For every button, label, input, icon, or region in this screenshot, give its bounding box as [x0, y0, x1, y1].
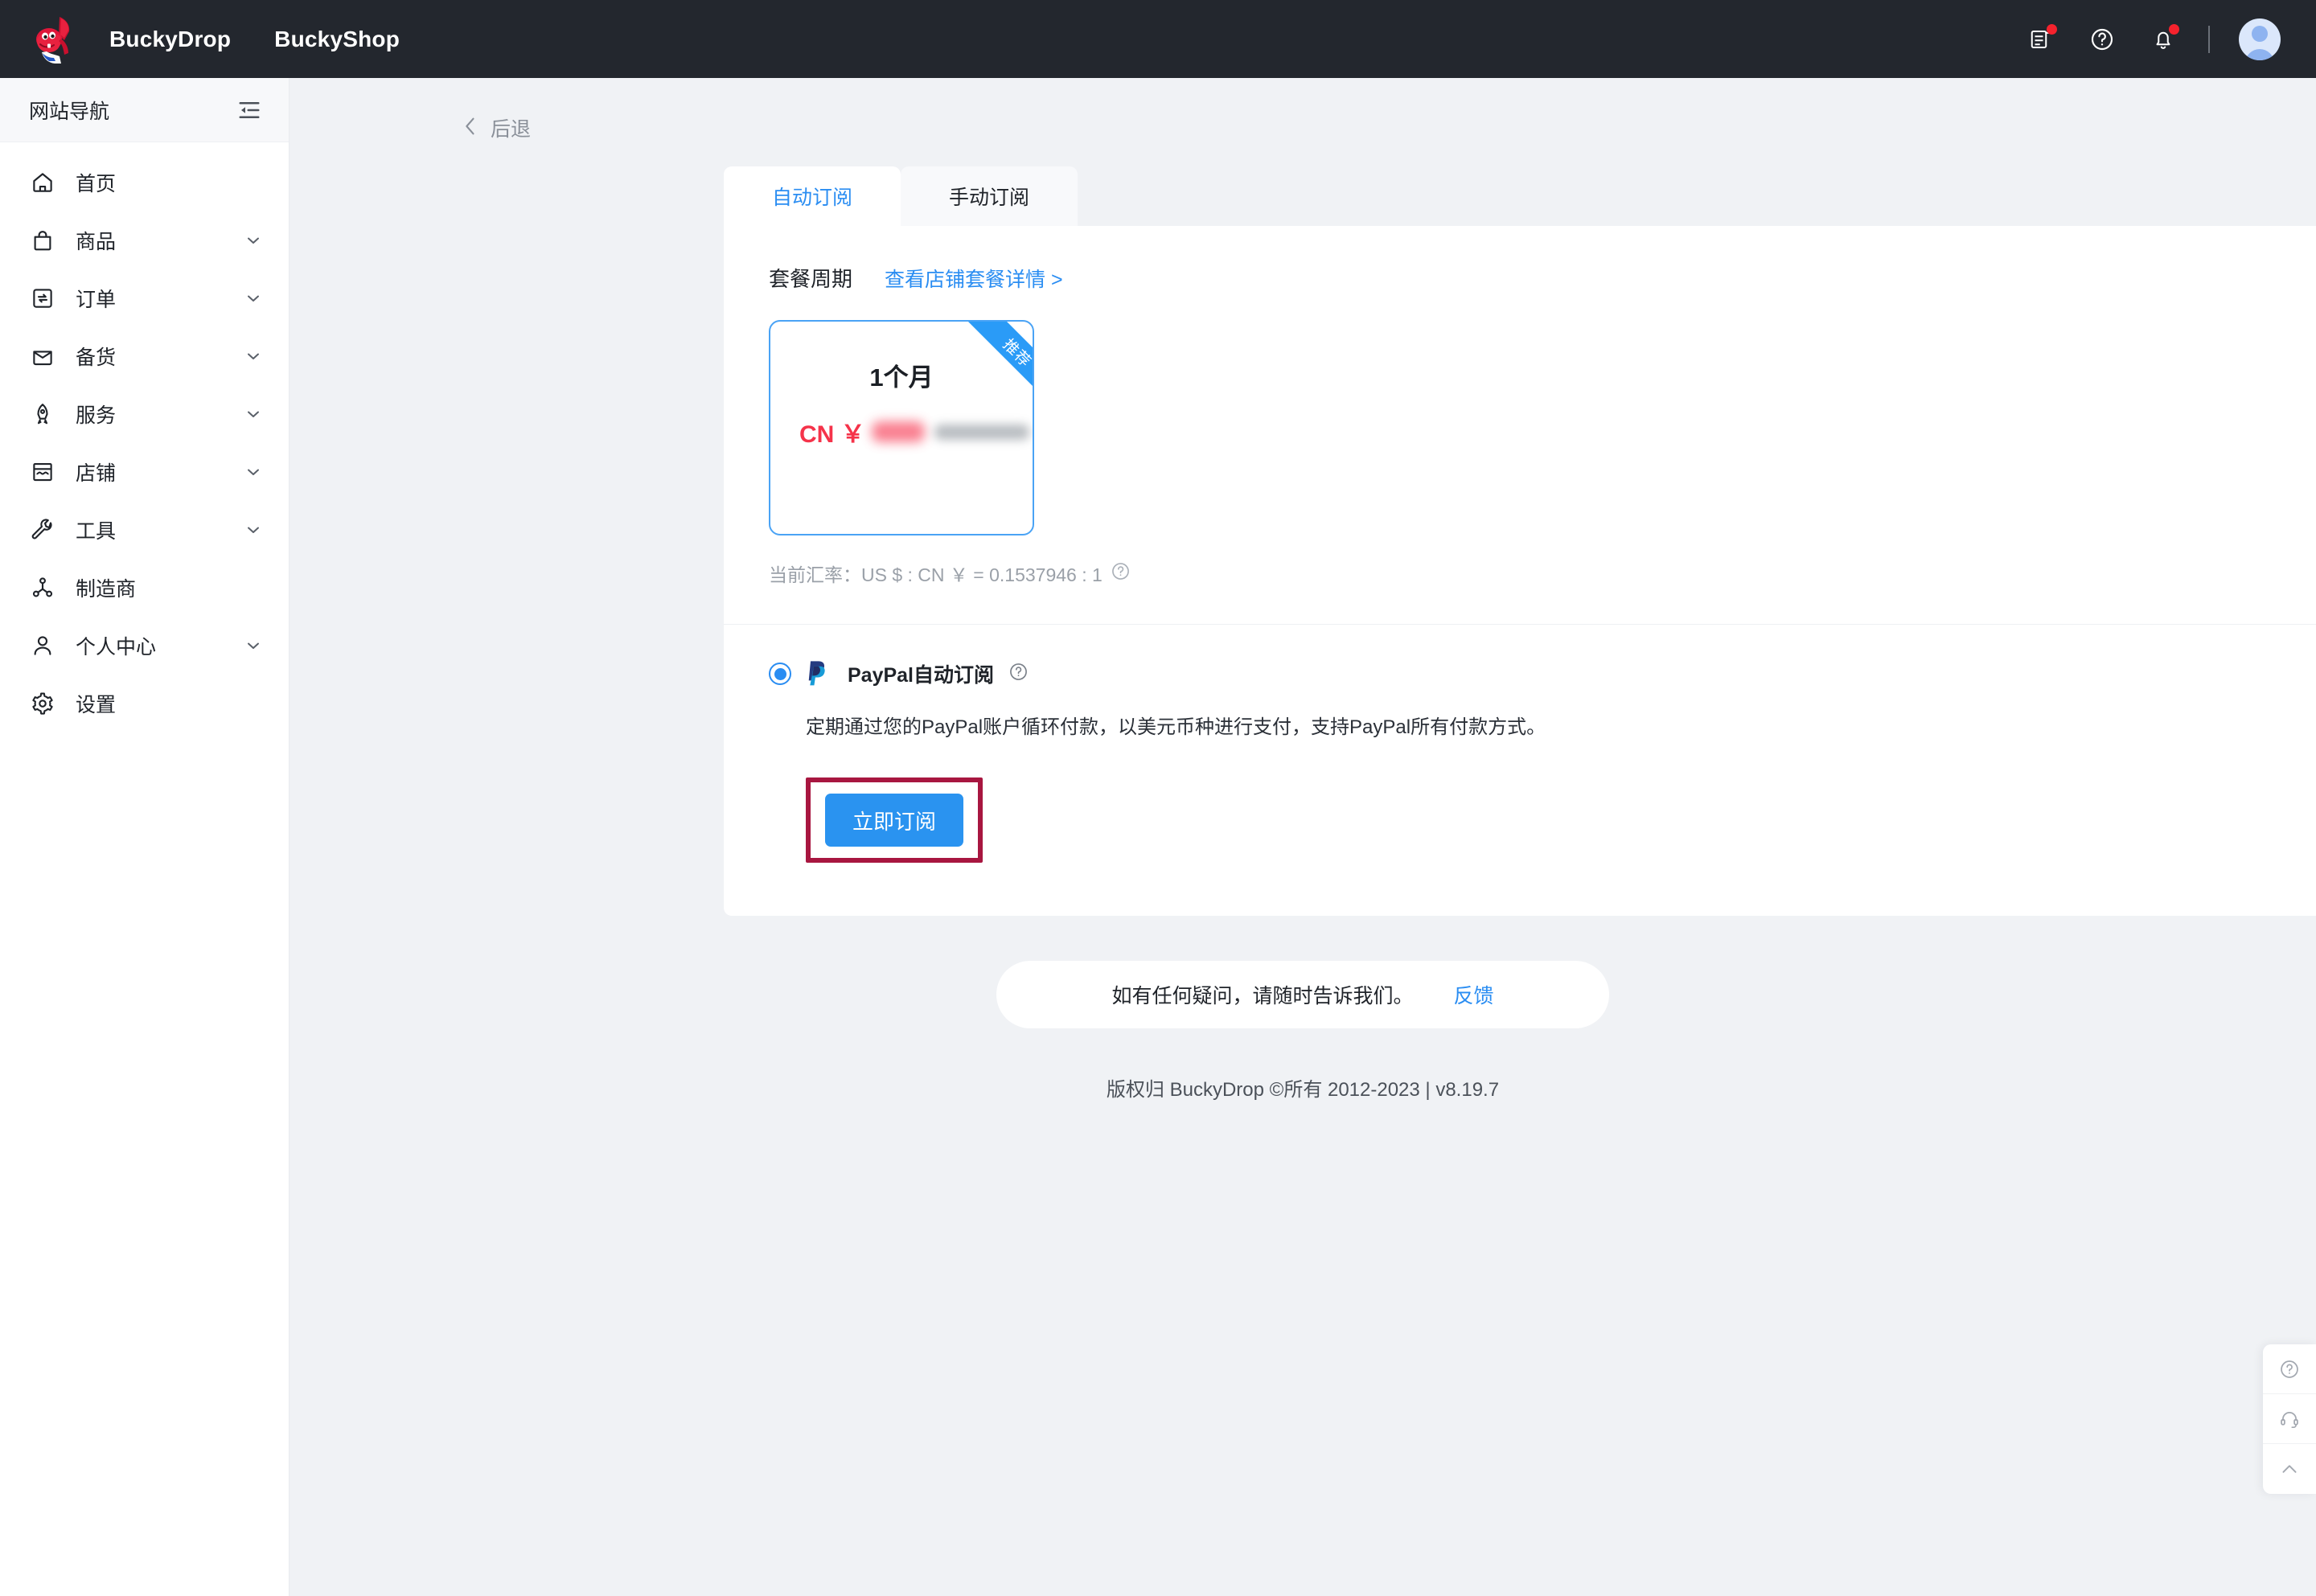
wrench-icon — [29, 516, 56, 544]
home-icon — [29, 169, 56, 196]
chevron-down-icon[interactable] — [244, 462, 263, 482]
main-content: 后退 自动订阅 手动订阅 套餐周期 查看店铺套餐详情 > 推荐 1个月 CN ￥… — [290, 78, 2316, 1596]
payment-section: PayPal自动订阅 定期通过您的PayPal账户循环付款，以美元币种进行支付，… — [724, 625, 2316, 863]
sidebar-item-manufacturer[interactable]: 制造商 — [0, 559, 289, 617]
plan-section-header: 套餐周期 查看店铺套餐详情 > — [769, 263, 2316, 293]
chevron-down-icon[interactable] — [244, 520, 263, 540]
exchange-rate-text: 当前汇率：US $ : CN ￥ = 0.1537946 : 1 — [769, 564, 1103, 585]
order-sync-icon — [29, 285, 56, 312]
sidebar-title: 网站导航 — [29, 100, 110, 123]
topbar-actions — [2025, 18, 2281, 60]
sidebar-item-label: 订单 — [76, 289, 117, 311]
tab-manual-subscribe[interactable]: 手动订阅 — [901, 166, 1078, 226]
paypal-radio-dot — [774, 667, 786, 680]
chevron-down-icon[interactable] — [244, 289, 263, 308]
bag-icon — [29, 227, 56, 254]
user-avatar[interactable] — [2239, 18, 2281, 60]
chevron-down-icon[interactable] — [244, 636, 263, 655]
paypal-radio[interactable] — [769, 663, 791, 685]
tab-auto-subscribe[interactable]: 自动订阅 — [724, 166, 901, 226]
subscribe-button-highlight: 立即订阅 — [806, 777, 983, 863]
plan-section-title: 套餐周期 — [769, 267, 853, 291]
sidebar-item-stocking[interactable]: 备货 — [0, 327, 289, 385]
question-circle-icon[interactable] — [1008, 662, 1029, 686]
sidebar-item-label: 首页 — [76, 173, 117, 195]
app-root: BuckyDrop BuckyShop 网站导航 首页 商品 订单 备货 服务 … — [0, 0, 2316, 1596]
payment-method-description: 定期通过您的PayPal账户循环付款，以美元币种进行支付，支持PayPal所有付… — [806, 716, 1546, 738]
plan-currency-label: CN ￥ — [799, 421, 865, 448]
help-circle-icon[interactable] — [2263, 1344, 2316, 1394]
sidebar-item-products[interactable]: 商品 — [0, 211, 289, 269]
sidebar-item-label: 个人中心 — [76, 636, 157, 659]
brand-link-buckydrop[interactable]: BuckyDrop — [109, 27, 231, 52]
plan-price-masked-primary — [871, 421, 925, 442]
floating-action-widget — [2263, 1344, 2316, 1494]
plan-price-masked-secondary — [934, 424, 1029, 440]
scroll-to-top-icon[interactable] — [2263, 1444, 2316, 1494]
rocket-icon — [29, 400, 56, 428]
question-circle-icon[interactable] — [1111, 561, 1131, 586]
avatar-head — [2252, 25, 2268, 42]
feedback-text: 如有任何疑问，请随时告诉我们。 — [1111, 985, 1414, 1007]
brand-links: BuckyDrop BuckyShop — [109, 27, 400, 52]
network-nodes-icon — [29, 574, 56, 601]
sidebar: 网站导航 首页 商品 订单 备货 服务 店铺 工具 制造商 个人中心 设置 — [0, 78, 290, 1596]
user-icon — [29, 632, 56, 659]
payment-method-row[interactable]: PayPal自动订阅 — [769, 659, 2316, 689]
plan-price: CN ￥ — [770, 414, 1033, 449]
subscribe-now-button[interactable]: 立即订阅 — [825, 794, 963, 847]
brand-link-buckyshop[interactable]: BuckyShop — [274, 27, 400, 52]
feedback-link[interactable]: 反馈 — [1454, 980, 1494, 1009]
headset-icon[interactable] — [2263, 1394, 2316, 1444]
paypal-logo — [806, 659, 833, 689]
inbox-icon — [29, 343, 56, 370]
chevron-down-icon[interactable] — [244, 231, 263, 250]
avatar-body — [2245, 48, 2274, 60]
topbar-divider — [2208, 25, 2210, 53]
document-badge-dot — [2047, 23, 2057, 35]
view-shop-plan-details-link[interactable]: 查看店铺套餐详情 > — [885, 264, 1063, 293]
sidebar-item-label: 备货 — [76, 347, 117, 369]
top-navigation-bar: BuckyDrop BuckyShop — [0, 0, 2316, 78]
sidebar-item-label: 设置 — [76, 694, 117, 716]
sidebar-item-label: 商品 — [76, 231, 117, 253]
document-icon[interactable] — [2025, 23, 2057, 55]
plan-period-label: 1个月 — [869, 363, 934, 392]
collapse-menu-icon[interactable] — [236, 96, 263, 124]
chevron-down-icon[interactable] — [244, 404, 263, 424]
sidebar-item-orders[interactable]: 订单 — [0, 269, 289, 327]
storefront-icon — [29, 458, 56, 486]
feedback-bar: 如有任何疑问，请随时告诉我们。 反馈 — [996, 961, 1609, 1028]
exchange-rate-row: 当前汇率：US $ : CN ￥ = 0.1537946 : 1 — [769, 560, 2316, 587]
bell-icon[interactable] — [2147, 23, 2179, 55]
sidebar-item-shop[interactable]: 店铺 — [0, 443, 289, 501]
sidebar-item-label: 店铺 — [76, 462, 117, 485]
bell-badge-dot — [2169, 23, 2179, 35]
back-label: 后退 — [491, 118, 532, 141]
chevron-left-icon — [462, 115, 479, 142]
sidebar-item-service[interactable]: 服务 — [0, 385, 289, 443]
buckydrop-dino-logo[interactable] — [32, 14, 79, 64]
sidebar-header: 网站导航 — [0, 78, 289, 142]
plan-section: 套餐周期 查看店铺套餐详情 > 推荐 1个月 CN ￥ 当前汇率：US $: … — [724, 226, 2316, 587]
help-circle-icon[interactable] — [2086, 23, 2118, 55]
sidebar-item-label: 工具 — [76, 520, 117, 543]
sidebar-item-label: 制造商 — [76, 578, 137, 601]
copyright-text: 版权归 BuckyDrop ©所有 2012-2023 | v8.19.7 — [1106, 1079, 1500, 1101]
back-button[interactable]: 后退 — [462, 113, 531, 142]
plan-card-1-month[interactable]: 推荐 1个月 CN ￥ — [769, 320, 1034, 535]
sidebar-item-personal-center[interactable]: 个人中心 — [0, 617, 289, 675]
gear-icon — [29, 690, 56, 717]
plan-card-list: 推荐 1个月 CN ￥ — [769, 320, 2316, 535]
subscribe-button-area: 立即订阅 — [769, 777, 2316, 863]
subscription-panel: 套餐周期 查看店铺套餐详情 > 推荐 1个月 CN ￥ 当前汇率：US $: … — [724, 226, 2316, 916]
subscription-tabs: 自动订阅 手动订阅 — [724, 166, 2316, 226]
sidebar-item-tools[interactable]: 工具 — [0, 501, 289, 559]
sidebar-item-home[interactable]: 首页 — [0, 154, 289, 211]
sidebar-nav: 首页 商品 订单 备货 服务 店铺 工具 制造商 个人中心 设置 — [0, 142, 289, 732]
payment-method-name: PayPal自动订阅 — [848, 664, 995, 687]
sidebar-item-settings[interactable]: 设置 — [0, 675, 289, 732]
chevron-down-icon[interactable] — [244, 347, 263, 366]
sidebar-item-label: 服务 — [76, 404, 117, 427]
